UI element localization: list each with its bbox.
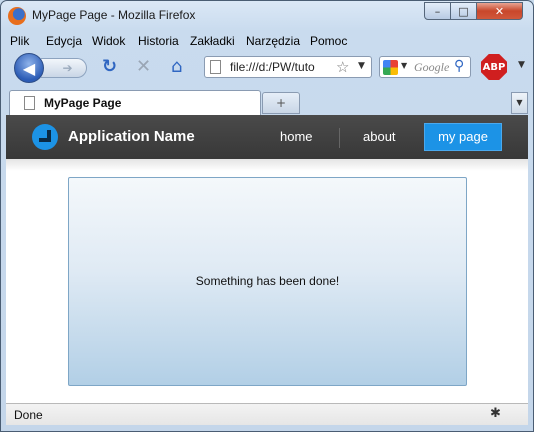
url-dropdown-icon[interactable]: ▼ (358, 61, 365, 71)
status-text: Done (14, 408, 43, 422)
tab-title: MyPage Page (44, 96, 122, 110)
message-panel: Something has been done! (68, 177, 467, 386)
addon-bug-icon[interactable]: ✱ (490, 406, 508, 422)
tab-bar: MyPage Page + ▼ (6, 89, 528, 115)
close-window-button[interactable]: ✕ (476, 2, 523, 20)
menu-bar: Plik Edycja Widok Historia Zakładki Narz… (6, 31, 528, 51)
status-bar: Done ✱ (6, 403, 528, 425)
nav-divider (339, 128, 340, 148)
header-shadow (6, 159, 528, 171)
page-content: Application Name home about my page Some… (6, 115, 528, 403)
browser-window: MyPage Page - Mozilla Firefox – □ ✕ Plik… (0, 0, 534, 432)
tab-list-dropdown-icon[interactable]: ▼ (511, 92, 528, 114)
title-bar: MyPage Page - Mozilla Firefox – □ ✕ (1, 1, 533, 31)
menu-pomoc[interactable]: Pomoc (310, 34, 347, 48)
menu-edycja[interactable]: Edycja (46, 34, 82, 48)
app-header: Application Name home about my page (6, 115, 528, 159)
forward-arrow-icon: ➔ (62, 61, 73, 75)
tab-mypage[interactable]: MyPage Page (9, 90, 261, 115)
url-bar[interactable]: file:///d:/PW/tuto ☆ ▼ (204, 56, 372, 78)
app-name[interactable]: Application Name (68, 128, 195, 145)
new-tab-button[interactable]: + (262, 92, 300, 114)
search-bar[interactable]: ▼ Google ⚲ (379, 56, 471, 78)
app-logo-icon[interactable] (32, 124, 58, 150)
window-title: MyPage Page - Mozilla Firefox (32, 8, 196, 22)
navigation-toolbar: ➔ ◀ ↻ ✕ ⌂ file:///d:/PW/tuto ☆ ▼ ▼ Googl… (6, 51, 528, 87)
menu-widok[interactable]: Widok (92, 34, 125, 48)
page-icon (210, 60, 221, 74)
back-forward-group: ➔ ◀ (14, 53, 94, 83)
status-message: Something has been done! (195, 274, 340, 288)
maximize-button[interactable]: □ (450, 2, 477, 20)
home-icon[interactable]: ⌂ (171, 57, 182, 77)
minimize-button[interactable]: – (424, 2, 451, 20)
stop-icon[interactable]: ✕ (136, 57, 151, 77)
menu-zakladki[interactable]: Zakładki (190, 34, 235, 48)
back-arrow-icon: ◀ (22, 58, 36, 78)
menu-plik[interactable]: Plik (10, 34, 29, 48)
firefox-icon (8, 7, 26, 25)
menu-narzedzia[interactable]: Narzędzia (246, 34, 300, 48)
google-icon[interactable] (383, 60, 398, 75)
nav-home-link[interactable]: home (280, 129, 313, 144)
back-button[interactable]: ◀ (14, 53, 44, 83)
adblock-plus-icon[interactable]: ABP (481, 54, 507, 80)
nav-my-page-link[interactable]: my page (424, 123, 502, 151)
nav-about-link[interactable]: about (363, 129, 396, 144)
bookmark-star-icon[interactable]: ☆ (336, 58, 349, 76)
search-input[interactable]: Google (414, 60, 449, 75)
page-icon (24, 96, 35, 110)
menu-historia[interactable]: Historia (138, 34, 179, 48)
search-icon[interactable]: ⚲ (454, 58, 464, 74)
toolbar-overflow-icon[interactable]: ▼ (518, 60, 525, 70)
url-text[interactable]: file:///d:/PW/tuto (230, 60, 315, 74)
reload-icon[interactable]: ↻ (102, 57, 117, 77)
search-engine-dropdown-icon[interactable]: ▼ (401, 61, 407, 70)
forward-button[interactable]: ➔ (41, 58, 87, 78)
